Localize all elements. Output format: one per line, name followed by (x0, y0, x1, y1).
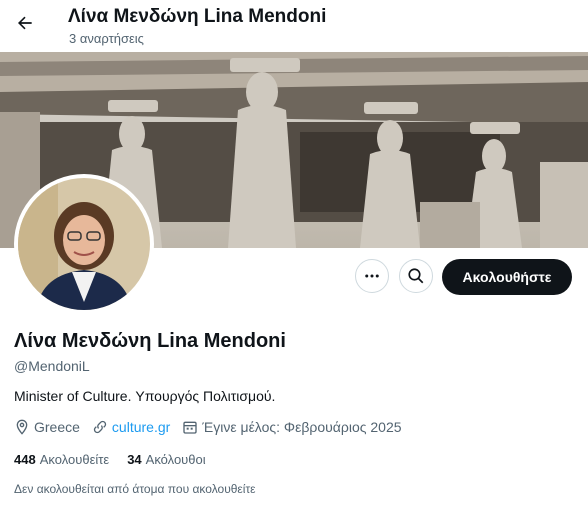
followers-count: 34 (127, 452, 142, 467)
more-button[interactable] (355, 259, 389, 293)
profile-stats: 448 Ακολουθείτε 34 Ακόλουθοι (14, 452, 224, 467)
header-display-name: Λίνα Μενδώνη Lina Mendoni (68, 6, 327, 27)
follow-button[interactable]: Ακολουθήστε (442, 259, 572, 295)
following-count: 448 (14, 452, 36, 467)
following-stat[interactable]: 448 Ακολουθείτε (14, 452, 109, 467)
header-post-count: 3 αναρτήσεις (69, 31, 144, 46)
location-pin-icon (16, 419, 28, 435)
website-link[interactable]: culture.gr (112, 419, 170, 435)
link-icon (93, 420, 107, 434)
search-icon (408, 268, 424, 284)
followers-stat[interactable]: 34 Ακόλουθοι (127, 452, 205, 467)
location-item: Greece (14, 419, 80, 435)
profile-display-name: Λίνα Μενδώνη Lina Mendoni (14, 330, 286, 352)
following-label: Ακολουθείτε (39, 452, 110, 467)
mutuals-note: Δεν ακολουθείται από άτομα που ακολουθεί… (14, 482, 256, 496)
location-text: Greece (34, 419, 80, 435)
profile-bio: Minister of Culture. Υπουργός Πολιτισμού… (14, 388, 276, 404)
joined-item: Έγινε μέλος: Φεβρουάριος 2025 (182, 419, 402, 435)
followers-label: Ακόλουθοι (145, 452, 206, 467)
profile-avatar[interactable] (14, 174, 154, 314)
profile-handle: @MendoniL (14, 358, 90, 374)
top-bar: Λίνα Μενδώνη Lina Mendoni 3 αναρτήσεις (0, 0, 588, 52)
joined-text: Έγινε μέλος: Φεβρουάριος 2025 (202, 419, 402, 435)
arrow-left-icon (18, 16, 32, 30)
more-icon (365, 274, 379, 278)
avatar-photo (18, 178, 150, 310)
calendar-icon (183, 421, 197, 434)
search-button[interactable] (399, 259, 433, 293)
back-button[interactable] (12, 10, 38, 36)
profile-meta: Greece culture.gr Έγινε μέλος: Φεβρουάρι… (14, 419, 414, 435)
website-item: culture.gr (92, 419, 170, 435)
